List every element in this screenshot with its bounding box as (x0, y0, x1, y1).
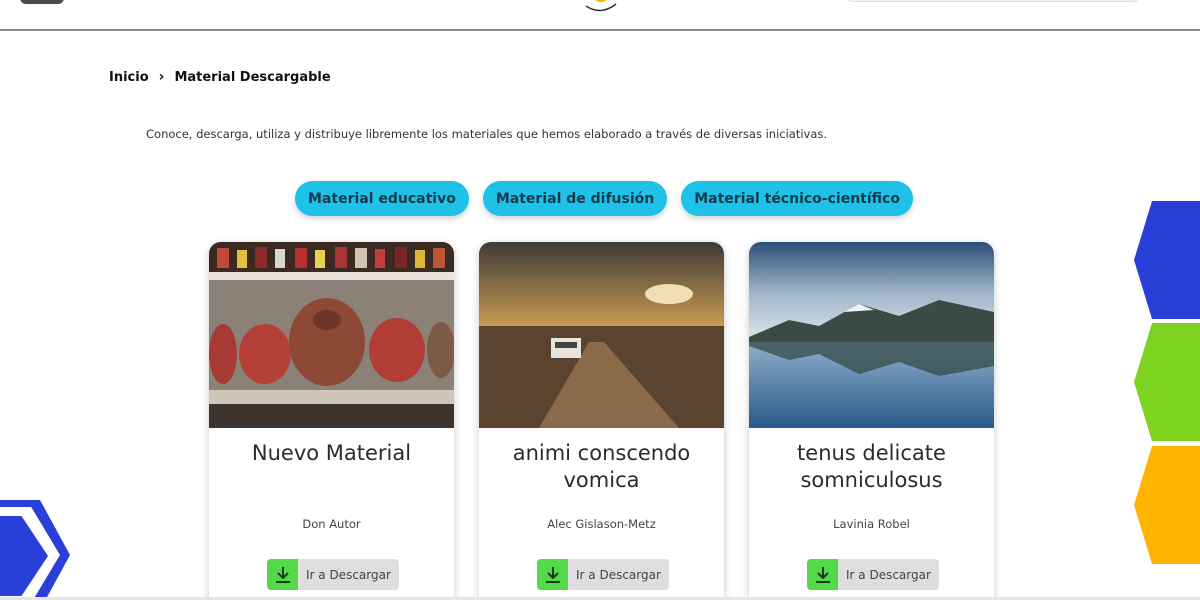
decorative-blue-hexagon (1134, 201, 1200, 319)
breadcrumb-home-link[interactable]: Inicio (109, 70, 149, 85)
card-author: Alec Gislason-Metz (547, 517, 656, 531)
filter-material-educativo-button[interactable]: Material educativo (295, 181, 469, 216)
chevron-right-icon: › (158, 69, 165, 85)
material-card[interactable]: tenus delicate somniculosus Lavinia Robe… (749, 242, 994, 600)
download-button[interactable]: Ir a Descargar (267, 559, 399, 590)
material-card[interactable]: Nuevo Material Don Autor Ir a Descargar (209, 242, 454, 600)
filter-material-tecnico-button[interactable]: Material técnico-científico (681, 181, 913, 216)
card-title: Nuevo Material (251, 441, 412, 465)
card-title: animi conscendo vomica (512, 441, 691, 492)
download-icon (267, 559, 298, 590)
card-author: Lavinia Robel (833, 517, 910, 531)
download-button-label: Ir a Descargar (576, 567, 661, 582)
filter-pills: Material educativo Material de difusión … (295, 181, 913, 216)
download-button-label: Ir a Descargar (306, 567, 391, 582)
download-icon (807, 559, 838, 590)
menu-button[interactable] (20, 0, 64, 4)
download-button[interactable]: Ir a Descargar (537, 559, 669, 590)
decorative-orange-hexagon (1134, 446, 1200, 564)
material-card[interactable]: animi conscendo vomica Alec Gislason-Met… (479, 242, 724, 600)
intro-text: Conoce, descarga, utiliza y distribuye l… (146, 127, 828, 141)
site-logo[interactable] (580, 0, 622, 16)
card-image-mountain-lake (749, 242, 994, 428)
card-author: Don Autor (302, 517, 361, 531)
card-title: tenus delicate somniculosus (797, 441, 946, 492)
card-image-clay-piggy-banks (209, 242, 454, 428)
site-header (0, 0, 1200, 31)
breadcrumb: Inicio › Material Descargable (109, 69, 331, 85)
card-image-desert-road-sunset (479, 242, 724, 428)
breadcrumb-current: Material Descargable (174, 69, 331, 85)
filter-material-difusion-button[interactable]: Material de difusión (482, 181, 668, 216)
download-button-label: Ir a Descargar (846, 567, 931, 582)
decorative-green-hexagon (1134, 323, 1200, 441)
header-search-input[interactable] (845, 0, 1141, 2)
download-icon (537, 559, 568, 590)
download-button[interactable]: Ir a Descargar (807, 559, 939, 590)
